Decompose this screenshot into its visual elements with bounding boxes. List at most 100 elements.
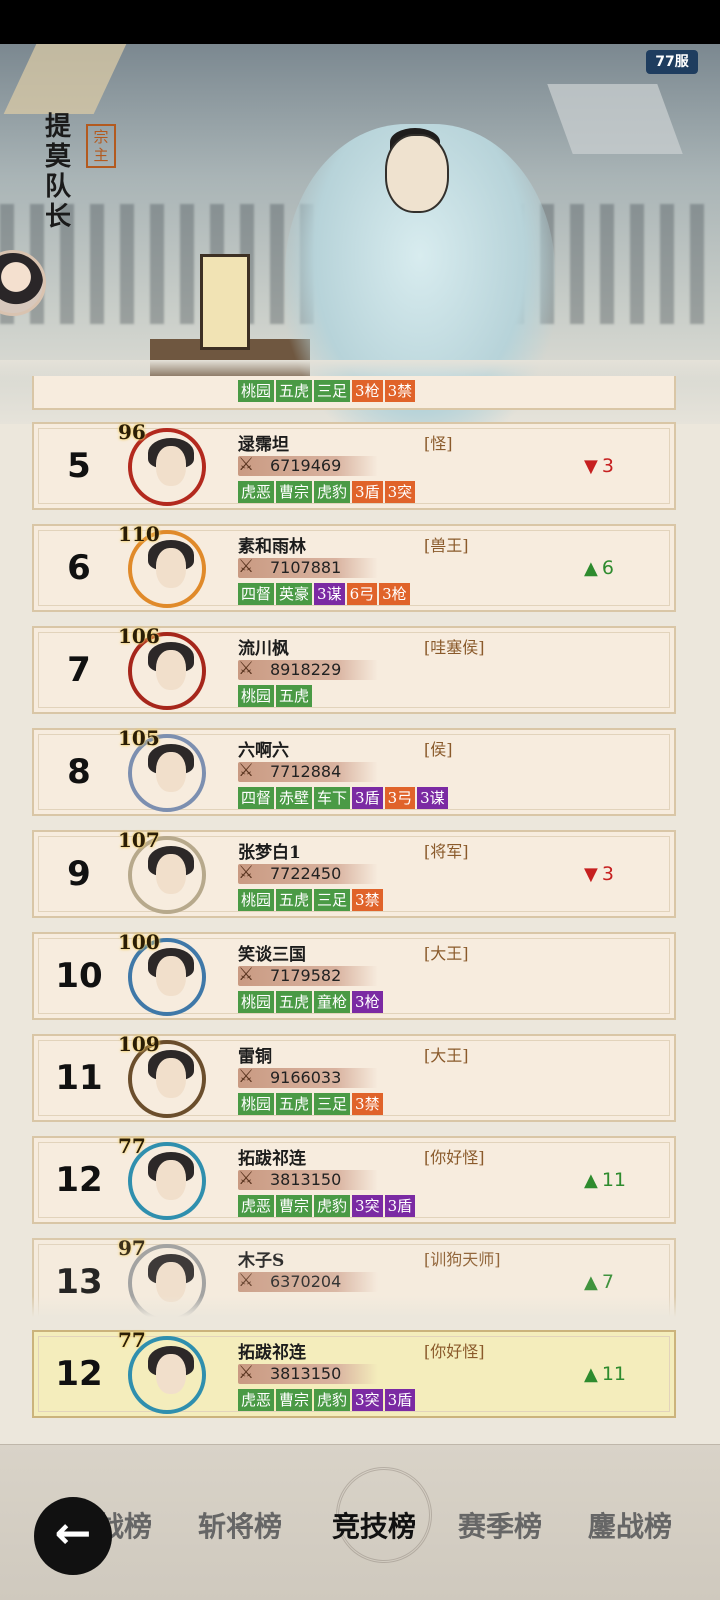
tag-list: 虎恶 曹宗 虎豹 3盾 3突 [238, 481, 416, 503]
avatar-face [156, 854, 186, 894]
rank-change-value: 3 [601, 863, 614, 885]
skill-tag: 虎豹 [314, 1389, 351, 1411]
skill-tag: 3枪 [379, 583, 410, 605]
skill-tag: 三足 [314, 889, 351, 911]
ranking-row[interactable]: 6 110 素和雨林 [兽王] ⚔ 7107881 四督 英豪 3谋 6弓 3枪 ▲ 6 [32, 522, 676, 612]
avatar-face [156, 1160, 186, 1200]
skill-tag: 3禁 [352, 1093, 383, 1115]
partial-row-top: 桃园 五虎 三足 3枪 3禁 [32, 376, 676, 410]
player-level: 105 [118, 726, 160, 750]
sword-icon: ⚔ [238, 1168, 255, 1189]
nav-tab[interactable]: 竞技榜 [332, 1505, 416, 1545]
nav-tab[interactable]: 斩将榜 [198, 1505, 282, 1545]
power-bar: ⚔ 6370204 [238, 1270, 378, 1292]
player-name: 木子S [238, 1251, 285, 1271]
player-name: 素和雨林 [238, 537, 306, 557]
skill-tag: 3禁 [352, 889, 383, 911]
power-value: 9166033 [270, 1068, 342, 1087]
rank-up-icon: ▲ [584, 558, 598, 579]
player-name: 流川枫 [238, 639, 289, 659]
player-level: 77 [118, 1328, 146, 1352]
list-bottom-fade [0, 1296, 720, 1326]
skill-tag: 3突 [352, 1389, 383, 1411]
back-arrow-icon[interactable]: ← [34, 1497, 112, 1575]
rank-change-value: 7 [601, 1271, 614, 1293]
power-bar: ⚔ 7107881 [238, 556, 378, 578]
skill-tag: 赤壁 [276, 787, 313, 809]
player-level: 96 [118, 420, 146, 444]
banner-flag-right [547, 84, 683, 154]
power-value: 7712884 [270, 762, 342, 781]
skill-tag: 桃园 [238, 991, 275, 1013]
player-title: [你好怪] [424, 1148, 485, 1167]
rank-number: 5 [67, 446, 91, 486]
avatar-face [156, 752, 186, 792]
player-title: [训狗天师] [424, 1250, 501, 1269]
skill-tag: 桃园 [238, 889, 275, 911]
skill-tag: 3禁 [384, 380, 416, 402]
player-title: [大王] [424, 944, 469, 963]
rank-number: 7 [67, 650, 91, 690]
tag-list: 桃园 五虎 [238, 685, 313, 707]
player-level: 100 [118, 930, 160, 954]
power-bar: ⚔ 7722450 [238, 862, 378, 884]
player-title: [大王] [424, 1046, 469, 1065]
power-value: 7179582 [270, 966, 342, 985]
skill-tag: 桃园 [238, 1093, 275, 1115]
avatar-face [156, 1058, 186, 1098]
skill-tag: 五虎 [276, 380, 313, 402]
power-bar: ⚔ 7179582 [238, 964, 378, 986]
rank-change: ▲ 11 [584, 1138, 626, 1222]
ranking-row[interactable]: 11 109 雷铜 [大王] ⚔ 9166033 桃园 五虎 三足 3禁 [32, 1032, 676, 1122]
avatar-face [156, 956, 186, 996]
ranking-row[interactable]: 8 105 六啊六 [侯] ⚔ 7712884 四督 赤壁 车下 3盾 3弓 3谋 [32, 726, 676, 816]
skill-tag: 曹宗 [276, 481, 313, 503]
rank-change-value: 6 [601, 557, 614, 579]
ranking-row[interactable]: 12 77 拓跋祁连 [你好怪] ⚔ 3813150 虎恶 曹宗 虎豹 3突 3盾 ▲ 11 [32, 1328, 676, 1418]
skill-tag: 三足 [314, 1093, 351, 1115]
skill-tag: 3突 [384, 481, 416, 503]
sword-icon: ⚔ [238, 1362, 255, 1383]
tag-list: 桃园 五虎 童枪 3枪 [238, 991, 383, 1013]
player-title: [怪] [424, 434, 453, 453]
rank-change: ▼ 3 [584, 424, 614, 508]
tag-list: 虎恶 曹宗 虎豹 3突 3盾 [238, 1389, 416, 1411]
player-title: [侯] [424, 740, 453, 759]
skill-tag: 五虎 [276, 1093, 313, 1115]
banner-flag-left [3, 44, 127, 114]
player-title: [你好怪] [424, 1342, 485, 1361]
player-name: 雷铜 [238, 1047, 272, 1067]
leaderboard-page: 提莫队长 宗主 77服 桃园 五虎 三足 3枪 3禁 5 96 逯霈坦 [怪] ⚔ 6719469… [0, 0, 720, 1600]
power-value: 6719469 [270, 456, 342, 475]
skill-tag: 三足 [314, 380, 351, 402]
ranking-row[interactable]: 7 106 流川枫 [哇塞侯] ⚔ 8918229 桃园 五虎 [32, 624, 676, 714]
ranking-row[interactable]: 12 77 拓跋祁连 [你好怪] ⚔ 3813150 虎恶 曹宗 虎豹 3突 3盾 ▲ 11 [32, 1134, 676, 1224]
skill-tag: 英豪 [276, 583, 313, 605]
sword-icon: ⚔ [238, 454, 255, 475]
skill-tag: 3弓 [384, 787, 416, 809]
tag-list: 虎恶 曹宗 虎豹 3突 3盾 [238, 1195, 416, 1217]
player-name: 拓跋祁连 [238, 1343, 306, 1363]
rank-number: 11 [55, 1058, 103, 1098]
skill-tag: 3盾 [384, 1389, 416, 1411]
ranking-row[interactable]: 10 100 笑谈三国 [大王] ⚔ 7179582 桃园 五虎 童枪 3枪 [32, 930, 676, 1020]
tag-list: 桃园 五虎 三足 3枪 3禁 [238, 380, 416, 402]
rank-change: ▲ 6 [584, 526, 614, 610]
rank-change-value: 11 [601, 1169, 627, 1191]
power-value: 7107881 [270, 558, 342, 577]
nav-tab[interactable]: 赛季榜 [458, 1505, 542, 1545]
player-level: 107 [118, 828, 160, 852]
skill-tag: 童枪 [314, 991, 351, 1013]
skill-tag: 虎恶 [238, 481, 275, 503]
rank-number: 10 [55, 956, 103, 996]
player-name: 张梦白1 [238, 843, 301, 863]
skill-tag: 3盾 [352, 787, 383, 809]
sword-icon: ⚔ [238, 964, 255, 985]
ranking-row[interactable]: 5 96 逯霈坦 [怪] ⚔ 6719469 虎恶 曹宗 虎豹 3盾 3突 ▼ 3 [32, 420, 676, 510]
rank-change: ▲ 11 [584, 1332, 626, 1416]
nav-tab[interactable]: 鏖战榜 [588, 1505, 672, 1545]
player-name: 六啊六 [238, 741, 289, 761]
rank-change: ▼ 3 [584, 832, 614, 916]
tag-list: 四督 赤壁 车下 3盾 3弓 3谋 [238, 787, 448, 809]
ranking-row[interactable]: 9 107 张梦白1 [将军] ⚔ 7722450 桃园 五虎 三足 3禁 ▼ 3 [32, 828, 676, 918]
